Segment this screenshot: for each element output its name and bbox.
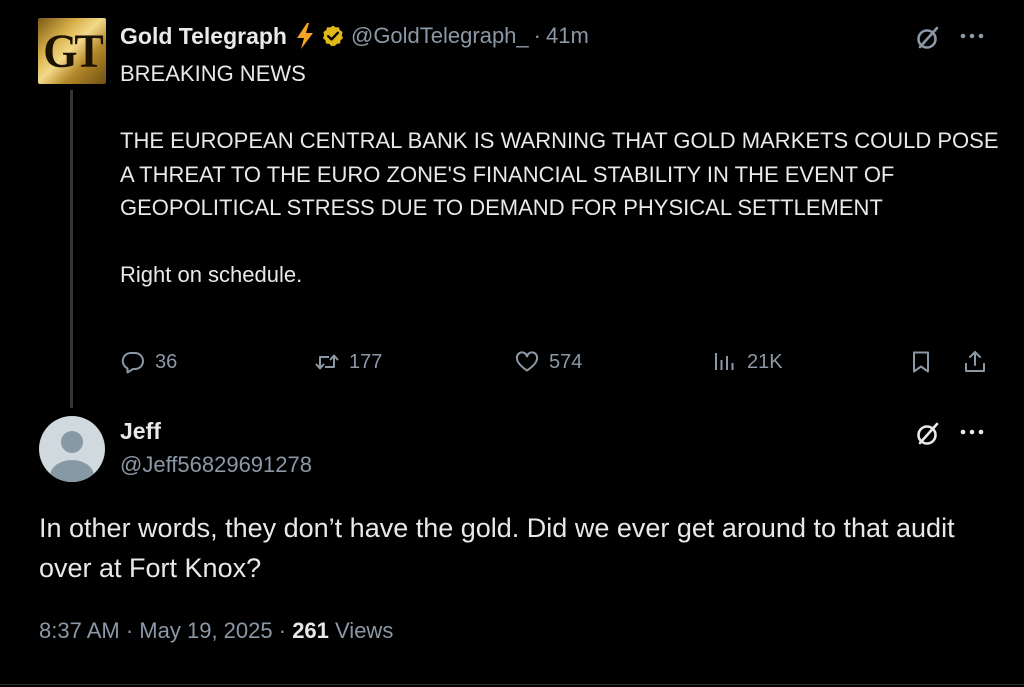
jeff-avatar[interactable] [39,416,105,482]
author-display-name[interactable]: Gold Telegraph [120,23,287,50]
gold-telegraph-avatar[interactable]: GT [38,18,106,84]
separator-dot: · [533,23,541,48]
reply-time[interactable]: 8:37 AM [39,618,120,643]
verified-badge-icon[interactable] [321,24,345,48]
grok-icon[interactable] [914,420,942,448]
like-button[interactable]: 574 [514,344,582,380]
author-handle[interactable]: @GoldTelegraph_ [351,23,529,49]
reply-author-handle[interactable]: @Jeff56829691278 [120,452,312,478]
reply-count: 36 [155,350,178,373]
tweet-header: Gold Telegraph @GoldTelegraph_ · 41m [120,19,589,53]
analytics-icon [715,353,734,370]
heart-icon [515,351,539,372]
bookmark-button[interactable] [908,344,934,380]
repost-button[interactable]: 177 [314,344,382,380]
divider [0,684,1024,685]
views-count: 21K [747,350,783,373]
avatar-text: GT [43,24,104,78]
reply-button[interactable]: 36 [120,344,177,380]
reply-icon [121,351,144,374]
more-options-icon[interactable] [958,420,986,444]
tweet-text-headline: BREAKING NEWS [120,61,306,86]
repost-icon [315,354,339,370]
tweet-body: BREAKING NEWS THE EUROPEAN CENTRAL BANK … [120,57,1000,292]
thread-connector-line [70,90,73,408]
repost-count: 177 [349,350,383,373]
reply-author-display-name[interactable]: Jeff [120,418,161,445]
like-count: 574 [549,350,583,373]
more-options-icon[interactable] [958,24,986,48]
default-profile-icon [50,431,94,482]
tweet-text-comment: Right on schedule. [120,262,303,287]
share-icon [965,351,985,372]
tweet-text-body: THE EUROPEAN CENTRAL BANK IS WARNING THA… [120,128,1004,220]
grok-icon[interactable] [914,24,942,52]
reply-date[interactable]: May 19, 2025 [139,618,272,643]
reply-metadata: 8:37 AM · May 19, 2025 · 261 Views [39,618,393,644]
separator-dot: · [278,618,287,643]
tweet-timestamp[interactable]: 41m [546,23,589,49]
reply-views-label: Views [335,618,394,643]
views-button[interactable]: 21K [712,344,783,380]
share-button[interactable] [962,344,988,380]
lightning-icon [296,23,313,49]
reply-text: In other words, they don’t have the gold… [39,513,955,583]
separator-dot: · [125,618,134,643]
tweet-action-bar: 36 177 574 21K [120,344,990,380]
reply-views-count: 261 [292,618,329,643]
bookmark-icon [913,351,929,373]
